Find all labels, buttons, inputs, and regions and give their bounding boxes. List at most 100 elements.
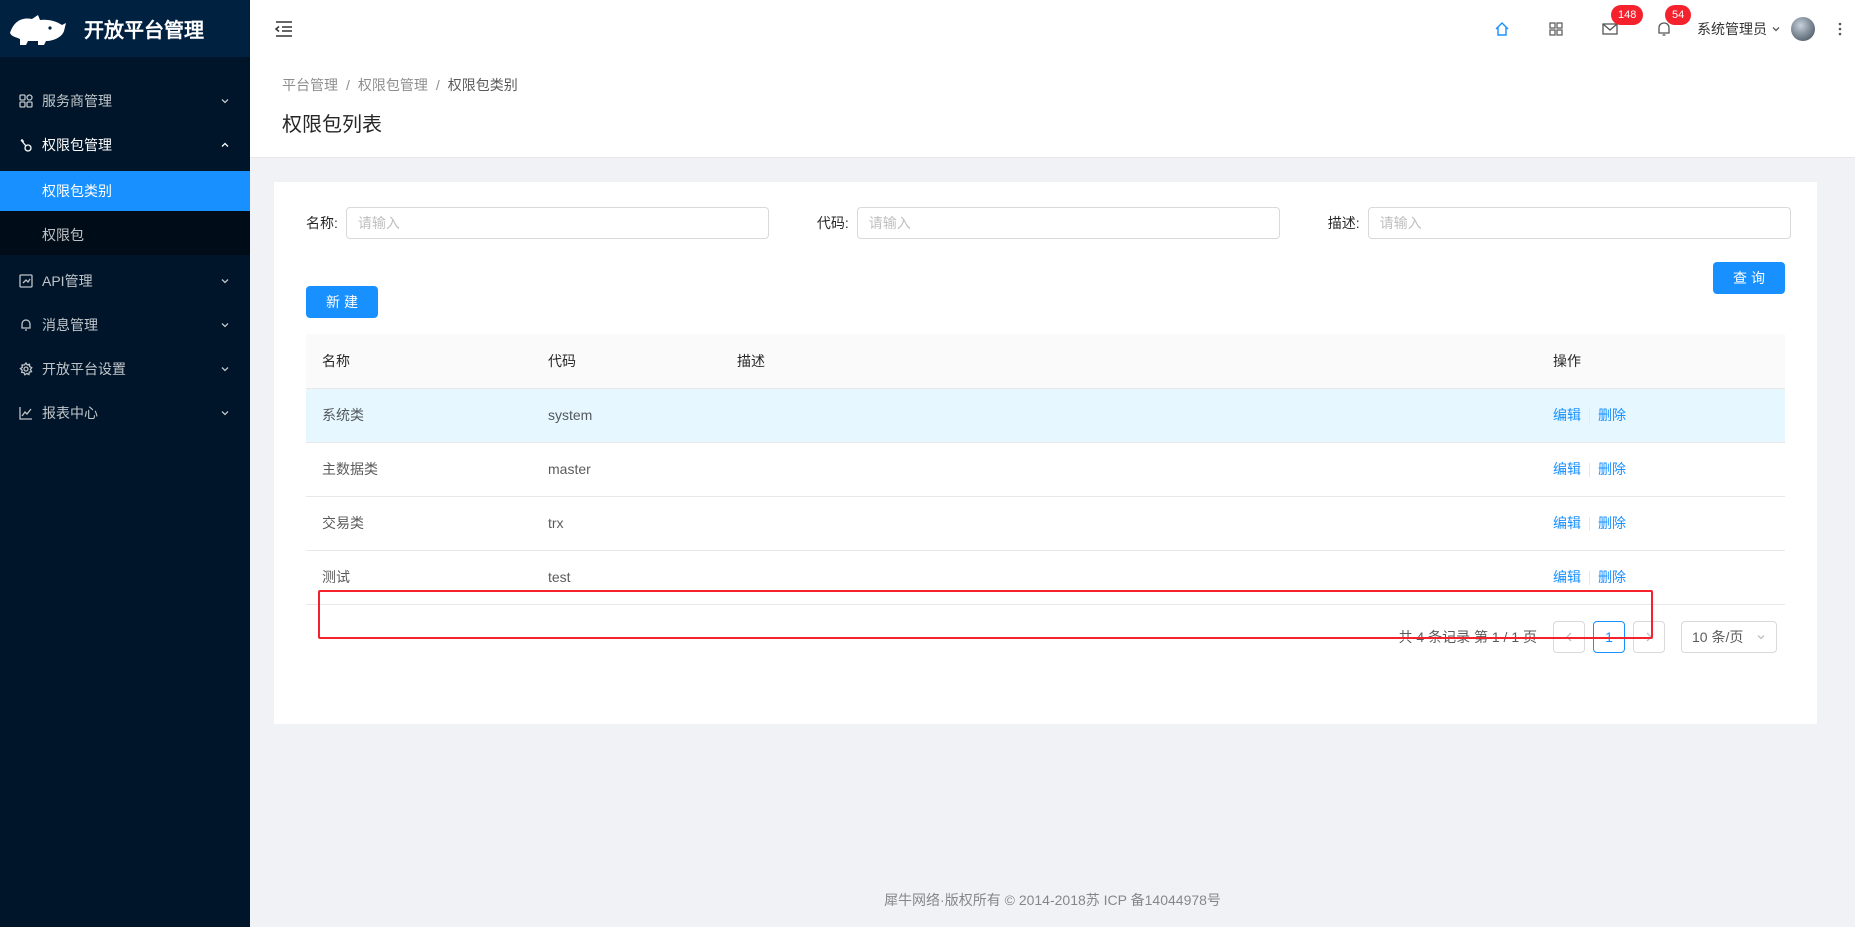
sidebar-item-label: API管理 (42, 273, 93, 289)
sidebar: 开放平台管理 服务商管理 权限包管理 权限包类别 权限包 API管理 消息管理 … (0, 0, 250, 927)
sidebar-item-label: 权限包类别 (42, 183, 112, 199)
edit-link[interactable]: 编辑 (1553, 407, 1581, 423)
cell-description (721, 496, 1537, 551)
table-row[interactable]: 交易类 trx 编辑 删除 (306, 496, 1785, 551)
sidebar-item-message[interactable]: 消息管理 (0, 303, 250, 347)
table-row[interactable]: 主数据类 master 编辑 删除 (306, 442, 1785, 497)
sidebar-item-label: 权限包管理 (42, 137, 112, 153)
sidebar-item-permission-package-list[interactable]: 权限包 (0, 215, 250, 255)
cell-actions: 编辑 删除 (1537, 550, 1785, 605)
top-header: 148 54 系统管理员 (250, 0, 1855, 58)
chevron-down-icon (221, 279, 229, 284)
code-label: 代码: (816, 215, 849, 231)
content-card: 名称: 代码: 描述: 查询 新建 名称 代码 描述 操作 系统类 (274, 182, 1817, 724)
api-icon (18, 273, 34, 289)
edit-link[interactable]: 编辑 (1553, 569, 1581, 585)
description-input[interactable] (1367, 207, 1791, 239)
page-header: 平台管理 / 权限包管理 / 权限包类别 权限包列表 (250, 58, 1855, 158)
avatar (1791, 17, 1815, 41)
edit-link[interactable]: 编辑 (1553, 515, 1581, 531)
chevron-right-icon (1646, 632, 1652, 641)
name-field: 名称: (306, 207, 769, 239)
column-header-name: 名称 (306, 334, 532, 389)
page-size-value: 10 条/页 (1692, 628, 1744, 645)
breadcrumb-item[interactable]: 平台管理 (282, 75, 338, 95)
edit-link[interactable]: 编辑 (1553, 461, 1581, 477)
name-label: 名称: (306, 215, 338, 231)
table-row[interactable]: 测试 test 编辑 删除 (306, 550, 1785, 605)
breadcrumb-item-current: 权限包类别 (447, 77, 518, 93)
home-button[interactable] (1475, 0, 1529, 58)
chevron-down-icon (221, 367, 229, 372)
delete-link[interactable]: 删除 (1598, 461, 1626, 477)
delete-link[interactable]: 删除 (1598, 407, 1626, 423)
appstore-icon (1549, 22, 1563, 36)
chevron-down-icon (221, 99, 229, 104)
sidebar-item-settings[interactable]: 开放平台设置 (0, 347, 250, 391)
next-page-button[interactable] (1633, 620, 1665, 653)
notification-button[interactable]: 54 (1637, 0, 1692, 58)
sidebar-item-label: 消息管理 (42, 317, 98, 333)
sidebar-item-label: 服务商管理 (42, 93, 112, 109)
sidebar-item-report[interactable]: 报表中心 (0, 391, 250, 435)
cell-description (721, 550, 1537, 605)
footer: 犀牛网络·版权所有 © 2014-2018苏 ICP 备14044978号 (884, 892, 1221, 908)
sidebar-item-permission-package[interactable]: 权限包管理 (0, 123, 250, 167)
chevron-up-icon (221, 142, 229, 147)
apps-button[interactable] (1529, 0, 1583, 58)
cell-code: system (532, 388, 721, 443)
action-divider (1589, 463, 1590, 478)
name-input[interactable] (345, 207, 769, 239)
sidebar-item-service-provider[interactable]: 服务商管理 (0, 79, 250, 123)
pagination-total: 共 4 条记录 第 1 / 1 页 (1398, 628, 1537, 645)
cell-code: trx (532, 496, 721, 551)
menu-fold-icon[interactable] (274, 19, 294, 39)
column-header-description: 描述 (721, 334, 1537, 389)
delete-link[interactable]: 删除 (1598, 515, 1626, 531)
sidebar-item-api[interactable]: API管理 (0, 259, 250, 303)
sidebar-item-label: 权限包 (42, 227, 84, 243)
query-button[interactable]: 查询 (1713, 262, 1785, 294)
breadcrumb-item[interactable]: 权限包管理 (358, 75, 428, 95)
cell-actions: 编辑 删除 (1537, 442, 1785, 497)
header-actions: 148 54 系统管理员 (1475, 0, 1855, 58)
code-field: 代码: (817, 207, 1280, 239)
new-button[interactable]: 新建 (306, 286, 378, 318)
user-menu[interactable]: 系统管理员 (1691, 17, 1815, 41)
sidebar-item-permission-category[interactable]: 权限包类别 (0, 171, 250, 211)
search-form: 名称: 代码: 描述: (306, 206, 1791, 240)
description-label: 描述: (1327, 215, 1360, 231)
prev-page-button[interactable] (1553, 620, 1585, 653)
delete-link[interactable]: 删除 (1598, 569, 1626, 585)
mail-icon (1602, 23, 1618, 35)
sidebar-item-label: 报表中心 (42, 405, 98, 421)
new-row: 新建 (306, 286, 1785, 318)
pagination: 共 4 条记录 第 1 / 1 页 1 10 条/页 (306, 620, 1785, 653)
chevron-left-icon (1566, 632, 1572, 641)
sidebar-item-label: 开放平台设置 (42, 361, 126, 377)
table-row[interactable]: 系统类 system 编辑 删除 (306, 388, 1785, 443)
page-size-select[interactable]: 10 条/页 (1681, 620, 1777, 653)
table-header: 名称 代码 描述 操作 (306, 334, 1785, 389)
column-header-actions: 操作 (1537, 334, 1785, 389)
rhino-logo-icon (10, 14, 66, 45)
action-divider (1589, 517, 1590, 532)
code-input[interactable] (856, 207, 1280, 239)
cell-name: 系统类 (306, 388, 532, 443)
submenu-permission-package: 权限包类别 权限包 (0, 171, 250, 255)
cell-actions: 编辑 删除 (1537, 388, 1785, 443)
page-button[interactable]: 1 (1593, 620, 1625, 653)
chevron-down-icon (221, 411, 229, 416)
more-button[interactable] (1825, 22, 1855, 36)
cell-code: test (532, 550, 721, 605)
breadcrumb-separator: / (435, 77, 440, 93)
logo[interactable]: 开放平台管理 (0, 0, 250, 57)
column-header-code: 代码 (532, 334, 721, 389)
appstore-icon (18, 93, 34, 109)
cell-actions: 编辑 删除 (1537, 496, 1785, 551)
app-title: 开放平台管理 (84, 20, 204, 42)
mail-button[interactable]: 148 (1583, 0, 1644, 58)
home-icon (1495, 22, 1509, 36)
chevron-down-icon (1772, 27, 1780, 32)
description-field: 描述: (1328, 207, 1791, 239)
